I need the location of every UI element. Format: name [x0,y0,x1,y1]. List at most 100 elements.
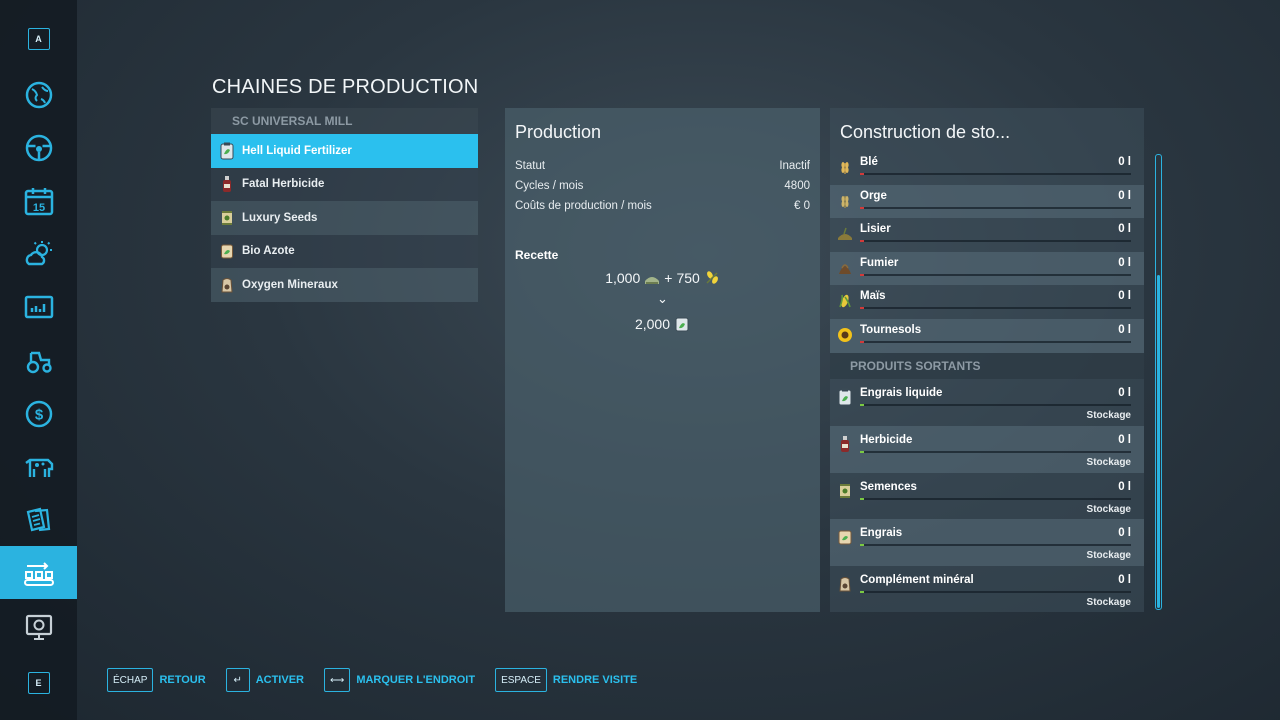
chain-item-oxygen-mineraux[interactable]: Oxygen Mineraux [211,268,478,302]
calendar-day-label: 15 [32,202,44,214]
sidebar-item-production[interactable] [0,546,77,599]
sidebar-item-vehicles-shop[interactable] [0,333,77,386]
sidebar-item-finances[interactable]: $ [0,387,77,440]
storage-item-qty: 0 l [1118,256,1131,269]
recipe-plus: + [664,270,673,286]
sidebar-item-help[interactable] [0,600,77,653]
storage-scrollbar[interactable] [1155,154,1162,610]
storage-level-bar [860,341,1131,343]
back-button[interactable]: ÉCHAP RETOUR [107,668,206,692]
recipe-output-amount: 2,000 [634,316,671,332]
stat-label: Coûts de production / mois [515,200,652,212]
sidebar-item-weather[interactable] [0,227,77,280]
liquid-fertilizer-icon [220,142,234,160]
sunflower-icon [838,328,852,342]
slurry-icon [838,227,852,241]
storage-item-name: Complément minéral [860,574,974,586]
tractor-icon [26,351,52,373]
stat-row-status: Statut Inactif [515,160,810,176]
storage-item-qty: 0 l [1118,574,1131,586]
storage-item-name: Orge [860,189,887,202]
storage-mode[interactable]: Stockage [1087,457,1131,468]
scrollbar-thumb[interactable] [1157,275,1160,608]
stat-value: Inactif [779,160,810,172]
chain-item-luxury-seeds[interactable]: Luxury Seeds [211,201,478,235]
arrows-key-icon: ⟷ [323,668,351,692]
chain-item-bio-azote[interactable]: Bio Azote [211,234,478,268]
steering-wheel-icon [25,134,52,161]
slurry-icon [645,277,660,284]
recipe-input-amount: 1,000 [605,270,641,286]
storage-mode[interactable]: Stockage [1087,550,1131,561]
output-row-herbicide: Herbicide 0 l Stockage [830,426,1144,473]
recipe-label: Recette [515,248,559,262]
key-hint: ESPACE [495,668,547,692]
hint-label: MARQUER L'ENDROIT [356,674,476,686]
output-row-mineral-feed: Complément minéral 0 l Stockage [830,566,1144,612]
seed-bag-icon [840,484,850,498]
mark-location-button[interactable]: ⟷ MARQUER L'ENDROIT [323,668,476,692]
sidebar-prev-key[interactable]: A [0,12,77,65]
storage-level-bar [860,451,1131,453]
help-screen-icon [25,614,52,640]
footer-hints: ÉCHAP RETOUR ↵ ACTIVER ⟷ MARQUER L'ENDRO… [107,668,637,692]
sidebar-item-calendar[interactable]: 15 [0,174,77,227]
storage-item-name: Engrais liquide [860,387,943,399]
sidebar-next-key[interactable]: E [0,656,77,709]
storage-mode[interactable]: Stockage [1087,410,1131,421]
output-row-fertilizer: Engrais 0 l Stockage [830,519,1144,566]
storage-level-bar [860,591,1131,593]
storage-item-qty: 0 l [1118,290,1131,303]
enter-key-icon: ↵ [225,668,250,692]
storage-mode[interactable]: Stockage [1087,504,1131,515]
visit-button[interactable]: ESPACE RENDRE VISITE [495,668,637,692]
fertilizer-bag-icon [838,530,852,545]
stat-value: € 0 [794,200,810,212]
manure-icon [839,264,851,274]
chain-item-hell-liquid-fertilizer[interactable]: Hell Liquid Fertilizer [211,134,478,168]
sidebar-item-prices[interactable] [0,280,77,333]
activate-button[interactable]: ↵ ACTIVER [225,668,304,692]
herbicide-bottle-icon [220,175,234,193]
sunflower-seeds-icon [706,271,718,284]
hint-label: ACTIVER [255,674,304,686]
chain-item-label: Bio Azote [242,245,295,258]
prices-chart-icon [24,295,53,318]
key-hint-a: A [27,27,50,50]
storage-level-bar [860,240,1131,243]
storage-level-bar [860,498,1131,500]
output-row-liquid-fertilizer: Engrais liquide 0 l Stockage [830,379,1144,426]
storage-item-qty: 0 l [1118,189,1131,202]
storage-item-qty: 0 l [1118,481,1131,493]
animals-cow-icon [24,458,53,477]
input-row-barley: Orge 0 l [830,184,1144,219]
storage-mode[interactable]: Stockage [1087,597,1131,608]
storage-level-bar [860,544,1131,546]
seed-bag-icon [220,209,234,227]
storage-level-bar [860,307,1131,310]
stat-label: Cycles / mois [515,180,584,192]
liquid-fertilizer-icon [838,388,852,406]
chain-group-header: SC UNIVERSAL MILL [211,108,478,134]
production-panel: Production Statut Inactif Cycles / mois … [505,108,820,612]
storage-item-name: Herbicide [860,434,913,446]
sidebar-item-contracts[interactable] [0,493,77,546]
storage-item-qty: 0 l [1118,387,1131,399]
production-chains-icon [23,561,54,586]
sidebar-item-animals[interactable] [0,440,77,493]
stat-label: Statut [515,160,546,172]
fertilizer-bag-icon [220,242,234,260]
input-row-wheat: Blé 0 l [830,151,1144,185]
storage-item-qty: 0 l [1118,156,1131,168]
recipe-input-amount: 750 [676,270,700,286]
production-chain-list: SC UNIVERSAL MILL Hell Liquid Fertilizer… [211,108,478,302]
storage-item-name: Lisier [860,223,891,236]
sidebar-item-map[interactable] [0,68,77,121]
calendar-icon: 15 [24,187,53,215]
storage-panel: Construction de sto... Blé 0 l Orge 0 l … [830,108,1144,612]
stat-row-cycles: Cycles / mois 4800 [515,180,810,196]
sidebar-item-vehicles[interactable] [0,121,77,174]
hint-label: RENDRE VISITE [552,674,638,686]
chain-item-fatal-herbicide[interactable]: Fatal Herbicide [211,167,478,201]
storage-item-name: Fumier [860,256,899,269]
